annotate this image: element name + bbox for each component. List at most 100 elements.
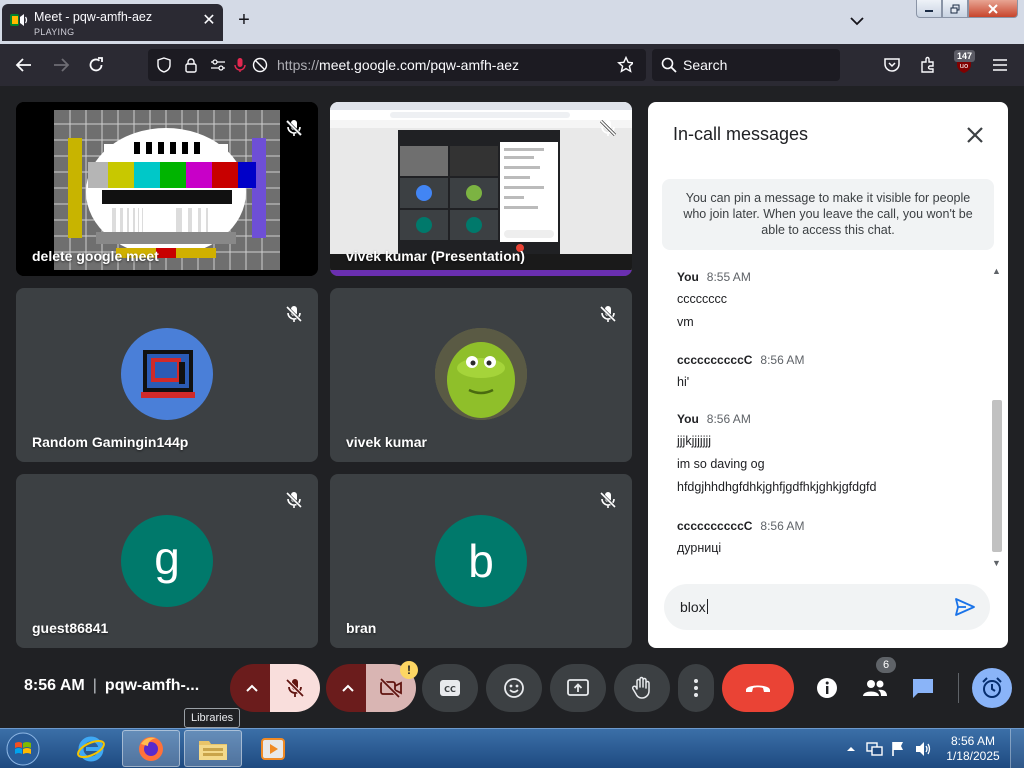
microphone-toggle-button[interactable]: [270, 664, 320, 712]
people-count-badge: 6: [876, 657, 896, 673]
more-options-button[interactable]: [678, 664, 714, 712]
raise-hand-icon: [631, 676, 650, 699]
reactions-button[interactable]: [486, 664, 542, 712]
svg-text:uo: uo: [960, 62, 969, 70]
message-text: jjjkjjjjjjj: [677, 434, 712, 448]
taskbar-libraries[interactable]: [184, 730, 242, 767]
participant-tile[interactable]: Random Gamingin144p: [16, 288, 318, 462]
action-center-flag-icon[interactable]: [890, 740, 906, 758]
more-vertical-icon: [694, 679, 698, 697]
tooltip-libraries: Libraries: [184, 708, 241, 728]
back-button[interactable]: [13, 54, 35, 76]
control-divider: [958, 673, 959, 703]
url-host-path: meet.google.com/pqw-amfh-aez: [319, 57, 520, 73]
show-desktop-button[interactable]: [1010, 729, 1024, 768]
send-icon[interactable]: [954, 596, 976, 618]
close-icon: [988, 3, 998, 14]
tab-title: Meet - pqw-amfh-aez: [34, 10, 153, 24]
pin-info-note: You can pin a message to make it visible…: [662, 179, 994, 250]
chevron-down-icon[interactable]: [848, 12, 866, 30]
window-controls: [916, 0, 1020, 20]
microphone-active-icon[interactable]: [232, 57, 248, 73]
start-button[interactable]: [6, 732, 40, 766]
mic-off-icon: [285, 678, 305, 698]
message-input[interactable]: blox: [664, 584, 990, 630]
permissions-sliders-icon[interactable]: [210, 57, 226, 73]
forward-button[interactable]: [50, 54, 72, 76]
raise-hand-button[interactable]: [614, 664, 670, 712]
address-bar[interactable]: https://meet.google.com/pqw-amfh-aez: [148, 49, 646, 81]
chevron-up-icon: [246, 684, 258, 692]
mic-muted-icon: [599, 305, 617, 323]
new-tab-button[interactable]: +: [234, 10, 254, 30]
message-group: ccccccccccC 8:56 AM hi': [677, 353, 804, 392]
scrollbar-thumb[interactable]: [992, 400, 1002, 552]
alarm-clock-icon: [982, 677, 1002, 698]
meeting-details-button[interactable]: [810, 664, 844, 712]
search-input[interactable]: Search: [652, 49, 840, 81]
participant-tile[interactable]: delete google meet: [16, 102, 318, 276]
message-text: hi': [677, 375, 690, 389]
close-icon[interactable]: [964, 124, 986, 146]
avatar: [435, 328, 527, 420]
restore-icon: [950, 4, 960, 13]
bookmark-star-icon[interactable]: [617, 56, 633, 73]
shield-icon[interactable]: [156, 57, 172, 73]
extensions-button[interactable]: [917, 54, 939, 76]
search-placeholder: Search: [683, 57, 728, 73]
audio-options-button[interactable]: [230, 664, 274, 712]
tab-close-icon[interactable]: ✕: [201, 13, 217, 29]
present-screen-button[interactable]: [550, 664, 606, 712]
activities-button[interactable]: [972, 668, 1012, 708]
meeting-info: 8:56 AM | pqw-amfh-...: [24, 677, 199, 695]
participant-name: vivek kumar: [346, 434, 427, 450]
in-call-messages-panel: In-call messages You can pin a message t…: [648, 102, 1008, 648]
lock-icon[interactable]: [183, 57, 199, 73]
taskbar-clock[interactable]: 8:56 AM 1/18/2025: [940, 734, 1006, 764]
avatar-initial: g: [154, 532, 180, 584]
browser-toolbar: https://meet.google.com/pqw-amfh-aez Sea…: [0, 44, 1024, 86]
url-text[interactable]: https://meet.google.com/pqw-amfh-aez: [277, 57, 519, 73]
avatar-initial: b: [468, 535, 494, 587]
pocket-button[interactable]: [881, 54, 903, 76]
browser-tab-meet[interactable]: Meet - pqw-amfh-aez PLAYING ✕: [2, 4, 223, 41]
chat-button[interactable]: [906, 664, 940, 712]
participant-tile[interactable]: g guest86841: [16, 474, 318, 648]
browser-titlebar: Meet - pqw-amfh-aez PLAYING ✕ +: [0, 0, 1024, 44]
reload-icon: [89, 57, 103, 72]
participant-name: bran: [346, 620, 377, 636]
scroll-up-icon[interactable]: ▲: [992, 266, 1001, 276]
clock-date: 1/18/2025: [946, 749, 1000, 763]
tray-expand-icon[interactable]: [846, 744, 856, 754]
message-input-value: blox: [680, 599, 706, 615]
message-group: ccccccccccC 8:56 AM дурниці: [677, 519, 804, 558]
taskbar-internet-explorer[interactable]: [62, 730, 120, 767]
message-group: You 8:55 AM cccccccc vm: [677, 270, 751, 332]
taskbar-media-player[interactable]: [244, 730, 302, 767]
leave-call-button[interactable]: [722, 664, 794, 712]
windows-logo-icon: [6, 732, 40, 766]
message-scrollbar[interactable]: ▲ ▼: [990, 264, 1004, 572]
avatar: [121, 328, 213, 420]
captions-button[interactable]: CC: [422, 664, 478, 712]
hamburger-menu-icon: [993, 59, 1007, 71]
video-options-button[interactable]: [326, 664, 370, 712]
presentation-tile[interactable]: vivek kumar (Presentation): [330, 102, 632, 276]
participant-tile[interactable]: b bran: [330, 474, 632, 648]
volume-icon[interactable]: [914, 741, 932, 757]
window-restore-button[interactable]: [942, 0, 968, 18]
message-time: 8:56 AM: [760, 519, 805, 533]
participant-tile[interactable]: vivek kumar: [330, 288, 632, 462]
scroll-down-icon[interactable]: ▼: [992, 558, 1001, 568]
network-icon[interactable]: [866, 741, 884, 757]
tab-playing-label: PLAYING: [34, 27, 75, 37]
window-close-button[interactable]: [968, 0, 1018, 18]
window-minimize-button[interactable]: [916, 0, 942, 18]
app-menu-button[interactable]: [989, 54, 1011, 76]
windows-taskbar: 8:56 AM 1/18/2025: [0, 728, 1024, 768]
reload-button[interactable]: [85, 54, 107, 76]
camera-blocked-icon[interactable]: [252, 57, 268, 73]
meet-stage: delete google meet vivek kumar (Presenta…: [0, 86, 1024, 728]
taskbar-firefox[interactable]: [122, 730, 180, 767]
message-text: дурниці: [677, 541, 722, 555]
